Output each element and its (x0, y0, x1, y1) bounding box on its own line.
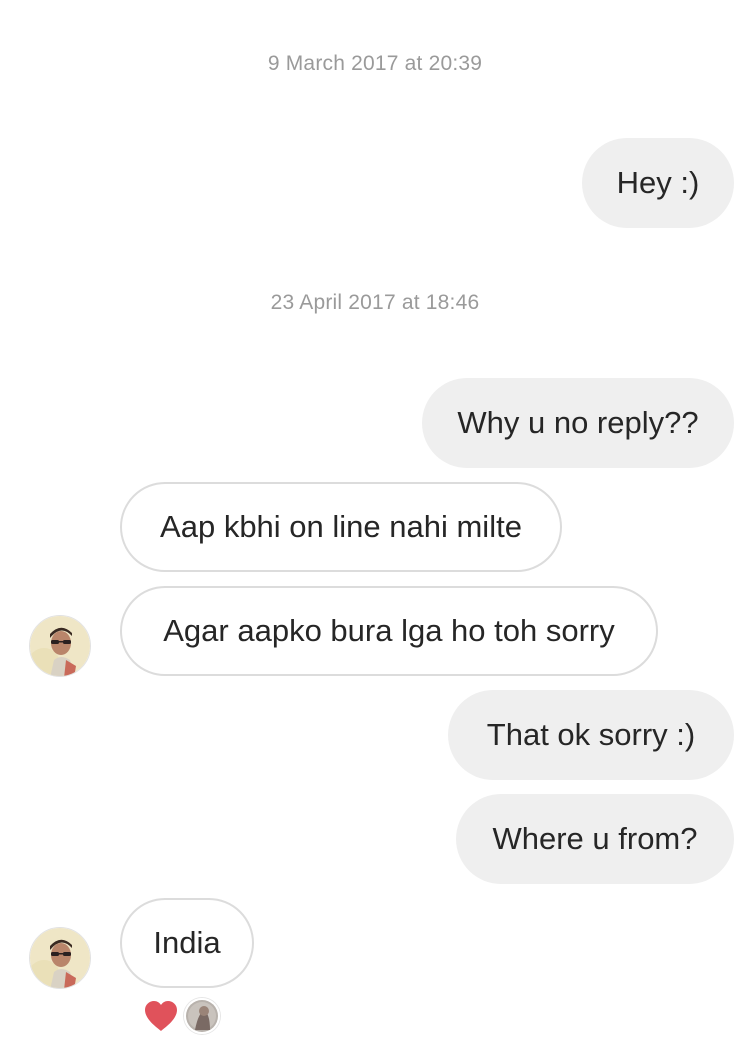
reactor-avatar-image (186, 1000, 218, 1032)
sender-avatar[interactable] (29, 927, 91, 989)
message-timestamp: 9 March 2017 at 20:39 (267, 52, 483, 75)
sender-avatar[interactable] (29, 615, 91, 677)
message-timestamp: 23 April 2017 at 18:46 (270, 291, 480, 314)
heart-reaction-icon[interactable] (143, 999, 179, 1033)
outgoing-message-bubble[interactable]: Why u no reply?? (422, 378, 734, 468)
outgoing-message-bubble[interactable]: Hey :) (582, 138, 734, 228)
incoming-message-bubble[interactable]: Aap kbhi on line nahi milte (120, 482, 562, 572)
avatar-image (30, 616, 90, 676)
reactor-avatar[interactable] (184, 998, 220, 1034)
outgoing-message-bubble[interactable]: Where u from? (456, 794, 734, 884)
incoming-message-bubble[interactable]: Agar aapko bura lga ho toh sorry (120, 586, 658, 676)
avatar-image (30, 928, 90, 988)
incoming-message-bubble[interactable]: India (120, 898, 254, 988)
outgoing-message-bubble[interactable]: That ok sorry :) (448, 690, 734, 780)
